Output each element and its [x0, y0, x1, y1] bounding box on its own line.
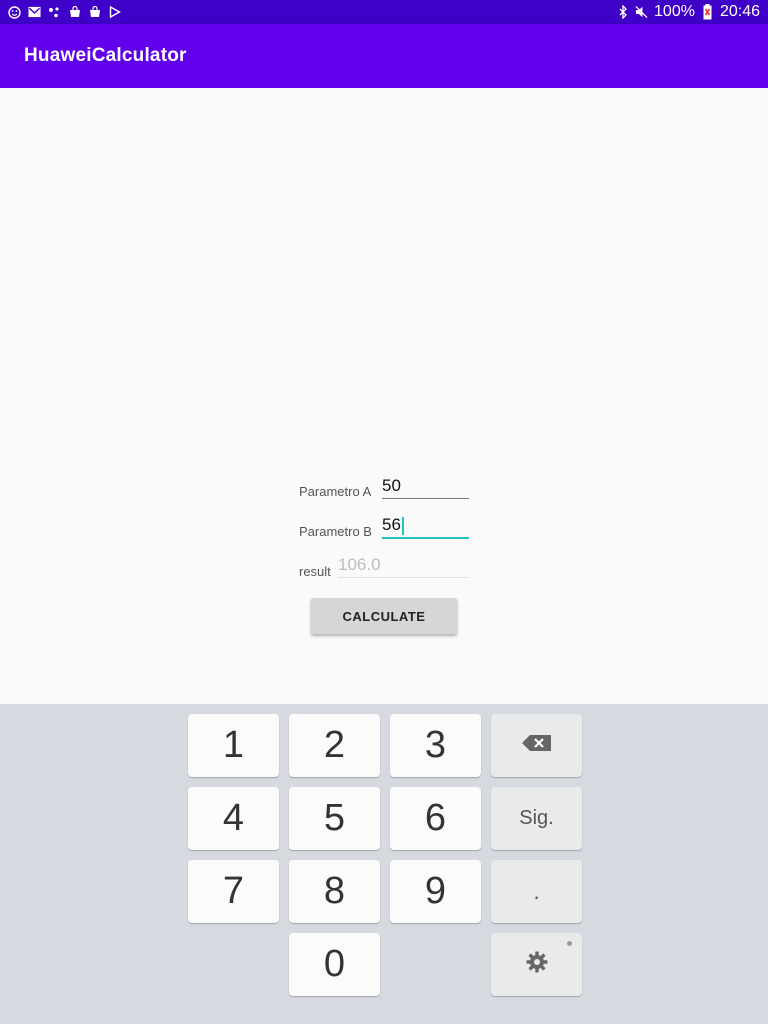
- battery-icon: [701, 4, 714, 20]
- app-title: HuaweiCalculator: [24, 45, 187, 66]
- key-9[interactable]: 9: [390, 860, 481, 923]
- bluetooth-icon: [616, 5, 629, 19]
- result-label: result: [299, 564, 331, 579]
- mail-icon: [28, 6, 41, 19]
- settings-key[interactable]: [491, 933, 582, 996]
- dot-key[interactable]: .: [491, 860, 582, 923]
- key-3[interactable]: 3: [390, 714, 481, 777]
- key-7[interactable]: 7: [188, 860, 279, 923]
- backspace-icon: [521, 734, 553, 758]
- key-2[interactable]: 2: [289, 714, 380, 777]
- sign-key[interactable]: Sig.: [491, 787, 582, 850]
- param-b-label: Parametro B: [299, 524, 372, 539]
- play-icon: [108, 6, 121, 19]
- param-b-value: 56: [382, 515, 401, 534]
- param-b-input[interactable]: 56: [382, 511, 469, 539]
- key-0[interactable]: 0: [289, 933, 380, 996]
- backspace-key[interactable]: [491, 714, 582, 777]
- app-bar: HuaweiCalculator: [0, 24, 768, 88]
- text-cursor: [401, 517, 404, 535]
- bag-icon: [68, 6, 81, 19]
- key-5[interactable]: 5: [289, 787, 380, 850]
- settings-indicator-dot: [567, 941, 572, 946]
- gear-icon: [525, 950, 549, 980]
- param-a-value: 50: [382, 476, 401, 495]
- param-a-input[interactable]: 50: [382, 471, 469, 499]
- mute-icon: [635, 5, 648, 19]
- status-left-icons: [0, 5, 121, 19]
- status-right-icons: 100% 20:46: [616, 3, 768, 21]
- battery-percent: 100%: [654, 3, 695, 20]
- key-4[interactable]: 4: [188, 787, 279, 850]
- key-8[interactable]: 8: [289, 860, 380, 923]
- param-a-label: Parametro A: [299, 484, 372, 499]
- key-6[interactable]: 6: [390, 787, 481, 850]
- key-1[interactable]: 1: [188, 714, 279, 777]
- status-bar: 100% 20:46: [0, 0, 768, 24]
- result-value: 106.0: [338, 555, 381, 574]
- emoji-icon: [8, 5, 21, 19]
- result-field: 106.0: [338, 550, 469, 578]
- calculate-button[interactable]: CALCULATE: [311, 598, 457, 634]
- numeric-keyboard: 1 2 3 4 5 6 Sig. 7 8 9 . 0: [0, 704, 768, 1024]
- bag-icon: [88, 6, 101, 19]
- dots-icon: [48, 6, 61, 19]
- status-time: 20:46: [719, 3, 760, 20]
